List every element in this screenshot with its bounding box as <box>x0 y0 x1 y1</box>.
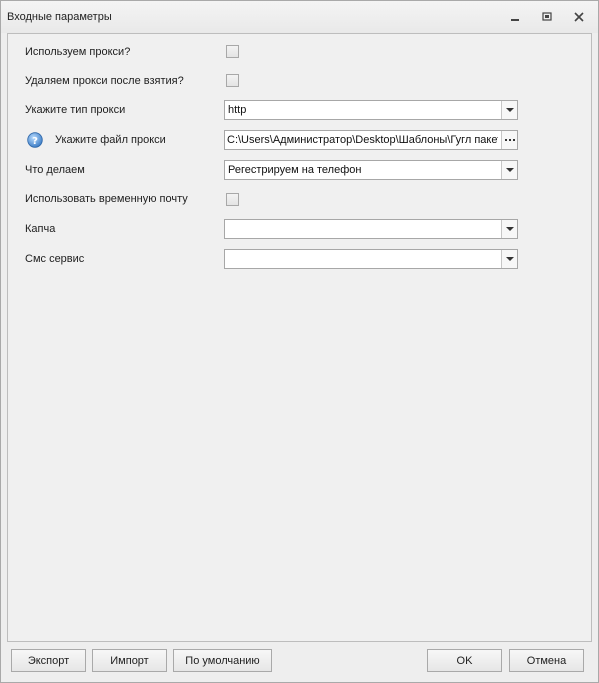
proxy-type-value: http <box>228 104 247 116</box>
export-button[interactable]: Экспорт <box>11 649 86 672</box>
captcha-select[interactable] <box>224 219 518 239</box>
minimize-icon[interactable] <box>507 9 523 25</box>
action-label: Что делаем <box>25 164 85 176</box>
chevron-down-icon[interactable] <box>501 250 517 268</box>
close-icon[interactable] <box>571 9 587 25</box>
captcha-label: Капча <box>25 223 56 235</box>
ellipsis-icon[interactable] <box>501 131 517 149</box>
maximize-icon[interactable] <box>539 9 555 25</box>
proxy-type-label: Укажите тип прокси <box>25 104 126 116</box>
sms-service-select[interactable] <box>224 249 518 269</box>
cancel-button[interactable]: Отмена <box>509 649 584 672</box>
proxy-type-select[interactable]: http <box>224 100 518 120</box>
temp-mail-label: Использовать временную почту <box>25 193 188 205</box>
title-bar[interactable]: Входные параметры <box>1 1 598 33</box>
help-icon[interactable]: ? <box>27 132 43 148</box>
action-select[interactable]: Регестрируем на телефон <box>224 160 518 180</box>
dialog-window: Входные параметры Используем прокси? Уда… <box>0 0 599 683</box>
action-value: Регестрируем на телефон <box>228 164 362 176</box>
delete-proxy-checkbox[interactable] <box>226 74 239 87</box>
parameters-panel: Используем прокси? Удаляем прокси после … <box>7 33 592 642</box>
use-proxy-checkbox[interactable] <box>226 45 239 58</box>
use-proxy-label: Используем прокси? <box>25 46 131 58</box>
sms-service-label: Смс сервис <box>25 253 85 265</box>
chevron-down-icon[interactable] <box>501 161 517 179</box>
proxy-file-label: Укажите файл прокси <box>55 134 166 146</box>
svg-text:?: ? <box>32 136 38 147</box>
chevron-down-icon[interactable] <box>501 220 517 238</box>
delete-proxy-label: Удаляем прокси после взятия? <box>25 75 184 87</box>
chevron-down-icon[interactable] <box>501 101 517 119</box>
temp-mail-checkbox[interactable] <box>226 193 239 206</box>
proxy-file-value: C:\Users\Администратор\Desktop\Шаблоны\Г… <box>227 134 498 146</box>
proxy-file-input[interactable]: C:\Users\Администратор\Desktop\Шаблоны\Г… <box>224 130 518 150</box>
ok-button[interactable]: OK <box>427 649 502 672</box>
import-button[interactable]: Импорт <box>92 649 167 672</box>
defaults-button[interactable]: По умолчанию <box>173 649 272 672</box>
window-title: Входные параметры <box>7 11 112 23</box>
